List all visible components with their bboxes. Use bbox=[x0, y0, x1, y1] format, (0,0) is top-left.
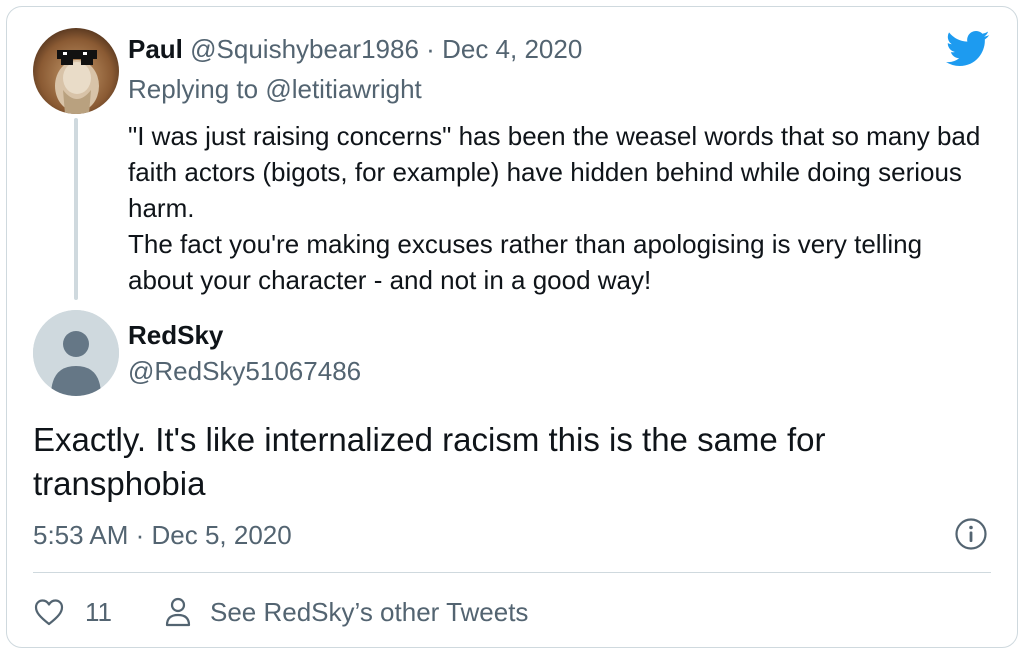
main-author-handle[interactable]: @RedSky51067486 bbox=[128, 356, 361, 387]
tweet-actions-bar: 11 See RedSky’s other Tweets bbox=[33, 590, 528, 634]
header-separator: · bbox=[426, 34, 435, 64]
main-tweet-timestamp[interactable]: 5:53 AM · Dec 5, 2020 bbox=[33, 520, 292, 551]
quoted-author-avatar[interactable] bbox=[33, 28, 119, 114]
person-icon bbox=[165, 597, 191, 627]
replying-to-mention[interactable]: @letitiawright bbox=[265, 74, 421, 104]
quoted-author-name[interactable]: Paul bbox=[128, 34, 183, 64]
default-profile-icon bbox=[33, 310, 119, 396]
main-tweet-text: Exactly. It's like internalized racism t… bbox=[33, 421, 826, 502]
main-author-name[interactable]: RedSky bbox=[128, 320, 223, 351]
quoted-paragraph: "I was just raising concerns" has been t… bbox=[128, 121, 981, 223]
main-author-avatar[interactable] bbox=[33, 310, 119, 396]
thread-connector-line bbox=[74, 118, 78, 300]
avatar-image bbox=[33, 28, 119, 114]
quoted-tweet-text: "I was just raising concerns" has been t… bbox=[128, 118, 988, 298]
quoted-tweet-header: Paul @Squishybear1986 · Dec 4, 2020 bbox=[128, 34, 582, 65]
quoted-paragraph: The fact you're making excuses rather th… bbox=[128, 229, 923, 295]
replying-prefix: Replying to bbox=[128, 74, 266, 104]
twitter-bird-icon[interactable] bbox=[946, 30, 990, 68]
info-icon[interactable] bbox=[954, 517, 988, 551]
like-button[interactable]: 11 bbox=[33, 597, 112, 628]
see-other-tweets-link[interactable]: See RedSky’s other Tweets bbox=[164, 596, 528, 628]
replying-to-line: Replying to @letitiawright bbox=[128, 74, 422, 105]
actions-divider bbox=[33, 572, 991, 573]
heart-icon bbox=[34, 599, 64, 626]
like-count: 11 bbox=[85, 596, 112, 627]
see-other-tweets-label: See RedSky’s other Tweets bbox=[210, 596, 529, 627]
quoted-tweet-date[interactable]: Dec 4, 2020 bbox=[442, 34, 582, 64]
quoted-author-handle[interactable]: @Squishybear1986 bbox=[190, 34, 419, 64]
